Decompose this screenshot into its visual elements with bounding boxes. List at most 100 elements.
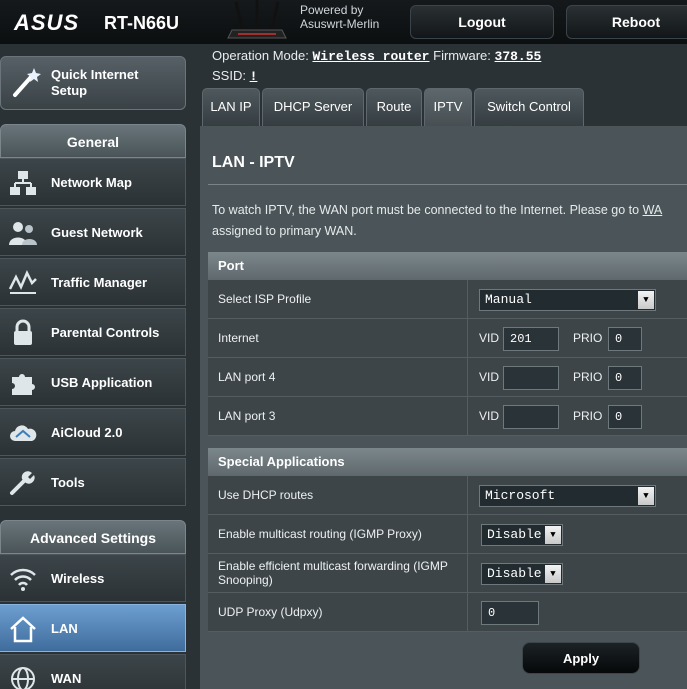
quick-internet-setup-button[interactable]: Quick Internet Setup xyxy=(0,56,186,110)
isp-profile-row: Select ISP Profile Manual ▼ xyxy=(208,280,687,319)
efficient-multicast-label: Enable efficient multicast forwarding (I… xyxy=(208,554,468,592)
sidebar-item-tools[interactable]: Tools xyxy=(0,458,186,506)
internet-row: Internet VID 201 PRIO 0 xyxy=(208,319,687,358)
sidebar-item-label: Wireless xyxy=(51,571,105,586)
tab-iptv[interactable]: IPTV xyxy=(424,88,472,126)
prio-label: PRIO xyxy=(573,331,603,345)
prio-label: PRIO xyxy=(573,370,603,384)
sidebar-item-label: Network Map xyxy=(51,175,132,190)
logout-button[interactable]: Logout xyxy=(410,5,554,39)
sidebar-item-network-map[interactable]: Network Map xyxy=(0,158,186,206)
description-line2: assigned to primary WAN. xyxy=(212,224,357,238)
wrench-icon xyxy=(10,471,35,495)
chevron-down-icon: ▼ xyxy=(545,526,561,544)
sidebar-item-guest-network[interactable]: Guest Network xyxy=(0,208,186,256)
sidebar-item-wireless[interactable]: Wireless xyxy=(0,554,186,602)
dhcp-routes-select[interactable]: Microsoft ▼ xyxy=(479,485,656,507)
magic-wand-icon xyxy=(13,68,41,97)
sidebar-item-label: LAN xyxy=(51,621,78,636)
special-applications-header: Special Applications xyxy=(208,448,687,476)
sidebar-item-wan[interactable]: WAN xyxy=(0,654,186,689)
efficient-multicast-select[interactable]: Disable ▼ xyxy=(481,563,563,585)
page-description: To watch IPTV, the WAN port must be conn… xyxy=(212,200,687,242)
powered-by-line1: Powered by xyxy=(300,3,364,17)
powered-by: Powered by Asuswrt-Merlin xyxy=(300,3,379,31)
lan-port-3-row: LAN port 3 VID PRIO 0 xyxy=(208,397,687,436)
globe-icon xyxy=(11,667,35,689)
lan-port-4-row: LAN port 4 VID PRIO 0 xyxy=(208,358,687,397)
sidebar-item-aicloud[interactable]: AiCloud 2.0 xyxy=(0,408,186,456)
internet-vid-input[interactable]: 201 xyxy=(503,327,559,351)
ssid-link[interactable]: ! xyxy=(250,69,258,84)
sidebar-item-traffic-manager[interactable]: Traffic Manager xyxy=(0,258,186,306)
lan-port-3-prio-input[interactable]: 0 xyxy=(608,405,642,429)
dhcp-routes-row: Use DHCP routes Microsoft ▼ xyxy=(208,476,687,515)
isp-profile-select[interactable]: Manual ▼ xyxy=(479,289,656,311)
chevron-down-icon: ▼ xyxy=(638,291,654,309)
firmware-label: Firmware: xyxy=(433,48,491,63)
advanced-settings-header: Advanced Settings xyxy=(0,520,186,554)
lan-port-4-vid-input[interactable] xyxy=(503,366,559,390)
title-divider xyxy=(208,184,687,185)
sidebar-item-usb-application[interactable]: USB Application xyxy=(0,358,186,406)
sidebar-item-lan[interactable]: LAN xyxy=(0,604,186,652)
tab-route[interactable]: Route xyxy=(366,88,422,126)
apply-button[interactable]: Apply xyxy=(522,642,640,674)
sidebar-item-label: Guest Network xyxy=(51,225,143,240)
asus-logo: ASUS xyxy=(14,10,80,35)
sidebar-item-label: Tools xyxy=(51,475,85,490)
multicast-routing-value: Disable xyxy=(487,527,542,542)
router-icon xyxy=(227,0,287,39)
firmware-link[interactable]: 378.55 xyxy=(495,49,542,64)
quick-setup-label-line1: Quick Internet xyxy=(51,67,139,82)
sidebar-item-label: Traffic Manager xyxy=(51,275,148,290)
multicast-routing-label: Enable multicast routing (IGMP Proxy) xyxy=(208,515,468,553)
operation-mode-link[interactable]: Wireless router xyxy=(312,49,429,64)
status-info: Operation Mode: Wireless router Firmware… xyxy=(212,46,541,86)
chevron-down-icon: ▼ xyxy=(638,487,654,505)
udp-proxy-label: UDP Proxy (Udpxy) xyxy=(208,593,468,631)
dhcp-routes-label: Use DHCP routes xyxy=(208,476,468,514)
udp-proxy-input[interactable]: 0 xyxy=(481,601,539,625)
internet-label: Internet xyxy=(208,319,468,357)
lan-port-3-label: LAN port 3 xyxy=(208,397,468,435)
quick-setup-label-line2: Setup xyxy=(51,83,88,98)
multicast-routing-select[interactable]: Disable ▼ xyxy=(481,524,563,546)
description-link[interactable]: WA xyxy=(643,203,663,217)
tab-lan-ip[interactable]: LAN IP xyxy=(202,88,260,126)
header-bar: ASUS RT-N66U Powered by Asuswrt-Merlin L… xyxy=(0,0,687,44)
model-name: RT-N66U xyxy=(104,13,180,33)
multicast-routing-row: Enable multicast routing (IGMP Proxy) Di… xyxy=(208,515,687,554)
page-title: LAN - IPTV xyxy=(212,154,295,171)
efficient-multicast-row: Enable efficient multicast forwarding (I… xyxy=(208,554,687,593)
sidebar-item-label: Parental Controls xyxy=(51,325,160,340)
vid-label: VID xyxy=(479,331,500,345)
reboot-button[interactable]: Reboot xyxy=(566,5,687,39)
sidebar-item-label: WAN xyxy=(51,671,82,686)
prio-label: PRIO xyxy=(573,409,603,423)
vid-label: VID xyxy=(479,370,500,384)
tab-switch-control[interactable]: Switch Control xyxy=(474,88,584,126)
network-map-icon xyxy=(10,171,36,195)
vid-label: VID xyxy=(479,409,500,423)
isp-profile-label: Select ISP Profile xyxy=(208,280,468,318)
ssid-label: SSID: xyxy=(212,68,246,83)
lan-port-4-label: LAN port 4 xyxy=(208,358,468,396)
sidebar-item-parental-controls[interactable]: Parental Controls xyxy=(0,308,186,356)
traffic-manager-icon xyxy=(8,270,37,294)
sidebar-item-label: USB Application xyxy=(51,375,153,390)
efficient-multicast-value: Disable xyxy=(487,566,542,581)
tab-dhcp-server[interactable]: DHCP Server xyxy=(262,88,364,126)
guest-network-icon xyxy=(9,222,37,245)
content-panel: LAN - IPTV To watch IPTV, the WAN port m… xyxy=(200,126,687,689)
lan-port-3-vid-input[interactable] xyxy=(503,405,559,429)
puzzle-icon xyxy=(12,374,35,395)
cloud-icon xyxy=(10,425,37,441)
wifi-icon xyxy=(10,568,36,591)
internet-prio-input[interactable]: 0 xyxy=(608,327,642,351)
description-line1: To watch IPTV, the WAN port must be conn… xyxy=(212,203,640,217)
udp-proxy-row: UDP Proxy (Udpxy) 0 xyxy=(208,593,687,632)
sidebar-item-label: AiCloud 2.0 xyxy=(51,425,123,440)
isp-profile-value: Manual xyxy=(485,292,532,307)
lan-port-4-prio-input[interactable]: 0 xyxy=(608,366,642,390)
